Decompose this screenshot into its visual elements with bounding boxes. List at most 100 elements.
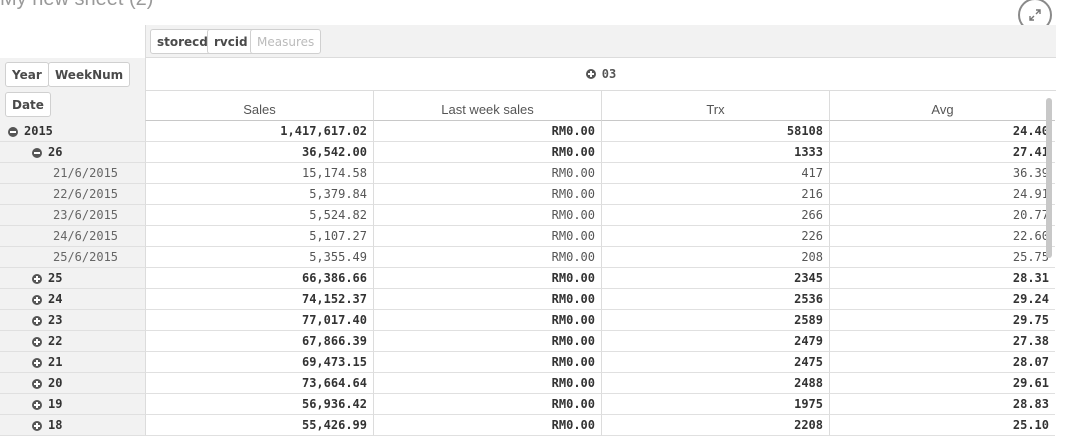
table-row: 22/6/2015 5,379.84 RM0.00 216 24.91 [0,184,1056,205]
row-label-text: 21 [48,355,63,369]
vertical-scrollbar[interactable] [1046,98,1052,258]
table-row: 24/6/2015 5,107.27 RM0.00 226 22.60 [0,226,1056,247]
pivot-body: 2015 1,417,617.02 RM0.00 58108 24.40 26 36,542… [0,121,1056,436]
row-label-text: 18 [48,418,63,432]
measure-header-trx[interactable]: Trx [601,91,829,121]
cell-trx: 1975 [601,394,829,415]
cell-trx: 2488 [601,373,829,394]
plus-circle-icon[interactable] [32,273,42,284]
cell-sales: 1,417,617.02 [145,121,373,142]
cell-trx: 2475 [601,352,829,373]
table-row: 2015 1,417,617.02 RM0.00 58108 24.40 [0,121,1056,142]
sheet-title: My new sheet (2) [0,0,153,11]
plus-circle-icon[interactable] [32,294,42,305]
row-label: 21/6/2015 [0,163,145,184]
measure-header-sales[interactable]: Sales [145,91,373,121]
cell-last-week-sales: RM0.00 [373,373,601,394]
row-label[interactable]: 22 [0,331,145,352]
cell-sales: 69,473.15 [145,352,373,373]
cell-sales: 5,524.82 [145,205,373,226]
cell-trx: 2208 [601,415,829,436]
cell-trx: 417 [601,163,829,184]
cell-avg: 29.24 [829,289,1055,310]
table-row: 25 66,386.66 RM0.00 2345 28.31 [0,268,1056,289]
cell-avg: 24.40 [829,121,1055,142]
cell-avg: 20.77 [829,205,1055,226]
table-row: 22 67,866.39 RM0.00 2479 27.38 [0,331,1056,352]
dimension-chip-weeknum[interactable]: WeekNum [48,62,131,87]
cell-sales: 73,664.64 [145,373,373,394]
row-label[interactable]: 20 [0,373,145,394]
cell-last-week-sales: RM0.00 [373,289,601,310]
cell-last-week-sales: RM0.00 [373,331,601,352]
dimension-chip-measures[interactable]: Measures [250,29,322,54]
row-label[interactable]: 19 [0,394,145,415]
cell-trx: 58108 [601,121,829,142]
row-label-text: 21/6/2015 [53,166,119,180]
row-label[interactable]: 25 [0,268,145,289]
cell-trx: 266 [601,205,829,226]
minus-circle-icon[interactable] [32,147,42,158]
plus-circle-icon[interactable] [585,69,596,79]
dimension-chip-date[interactable]: Date [5,92,51,117]
minus-circle-icon[interactable] [8,126,18,137]
cell-trx: 208 [601,247,829,268]
plus-circle-icon[interactable] [32,420,42,431]
plus-circle-icon[interactable] [32,378,42,389]
cell-sales: 5,355.49 [145,247,373,268]
table-row: 24 74,152.37 RM0.00 2536 29.24 [0,289,1056,310]
measure-header-avg[interactable]: Avg [829,91,1055,121]
row-label: 24/6/2015 [0,226,145,247]
dimension-chip-storecd[interactable]: storecd [150,29,215,54]
cell-last-week-sales: RM0.00 [373,184,601,205]
table-row: 21/6/2015 15,174.58 RM0.00 417 36.39 [0,163,1056,184]
plus-circle-icon[interactable] [32,399,42,410]
cell-last-week-sales: RM0.00 [373,163,601,184]
cell-sales: 15,174.58 [145,163,373,184]
measure-header-row: Sales Last week sales Trx Avg [145,91,1055,121]
dimension-chip-year[interactable]: Year [5,62,49,87]
row-label[interactable]: 21 [0,352,145,373]
row-label-text: 25 [48,271,63,285]
cell-avg: 28.31 [829,268,1055,289]
cell-avg: 29.61 [829,373,1055,394]
column-group-header[interactable]: 03 [145,58,1056,91]
row-label-text: 19 [48,397,63,411]
row-label[interactable]: 26 [0,142,145,163]
column-dimensions-bar: storecd rvcid Measures [145,25,1056,58]
cell-sales: 67,866.39 [145,331,373,352]
row-label-text: 24/6/2015 [53,229,119,243]
plus-circle-icon[interactable] [32,357,42,368]
row-label-text: 25/6/2015 [53,250,119,264]
cell-last-week-sales: RM0.00 [373,121,601,142]
row-label: 25/6/2015 [0,247,145,268]
measure-header-last-week-sales[interactable]: Last week sales [373,91,601,121]
cell-avg: 25.10 [829,415,1055,436]
cell-last-week-sales: RM0.00 [373,205,601,226]
cell-last-week-sales: RM0.00 [373,415,601,436]
table-row: 26 36,542.00 RM0.00 1333 27.41 [0,142,1056,163]
cell-avg: 28.83 [829,394,1055,415]
row-label: 23/6/2015 [0,205,145,226]
cell-sales: 66,386.66 [145,268,373,289]
cell-avg: 27.38 [829,331,1055,352]
cell-trx: 216 [601,184,829,205]
column-group-label: 03 [601,67,617,81]
row-label: 22/6/2015 [0,184,145,205]
cell-last-week-sales: RM0.00 [373,247,601,268]
table-row: 25/6/2015 5,355.49 RM0.00 208 25.75 [0,247,1056,268]
cell-last-week-sales: RM0.00 [373,352,601,373]
table-row: 18 55,426.99 RM0.00 2208 25.10 [0,415,1056,436]
cell-avg: 24.91 [829,184,1055,205]
row-label[interactable]: 2015 [0,121,145,142]
row-label[interactable]: 23 [0,310,145,331]
plus-circle-icon[interactable] [32,315,42,326]
dimension-chip-rvcid[interactable]: rvcid [207,29,255,54]
row-label[interactable]: 18 [0,415,145,436]
row-label[interactable]: 24 [0,289,145,310]
cell-last-week-sales: RM0.00 [373,226,601,247]
expand-arrows-icon [1029,9,1041,21]
plus-circle-icon[interactable] [32,336,42,347]
cell-sales: 5,107.27 [145,226,373,247]
row-label-text: 26 [48,145,63,159]
